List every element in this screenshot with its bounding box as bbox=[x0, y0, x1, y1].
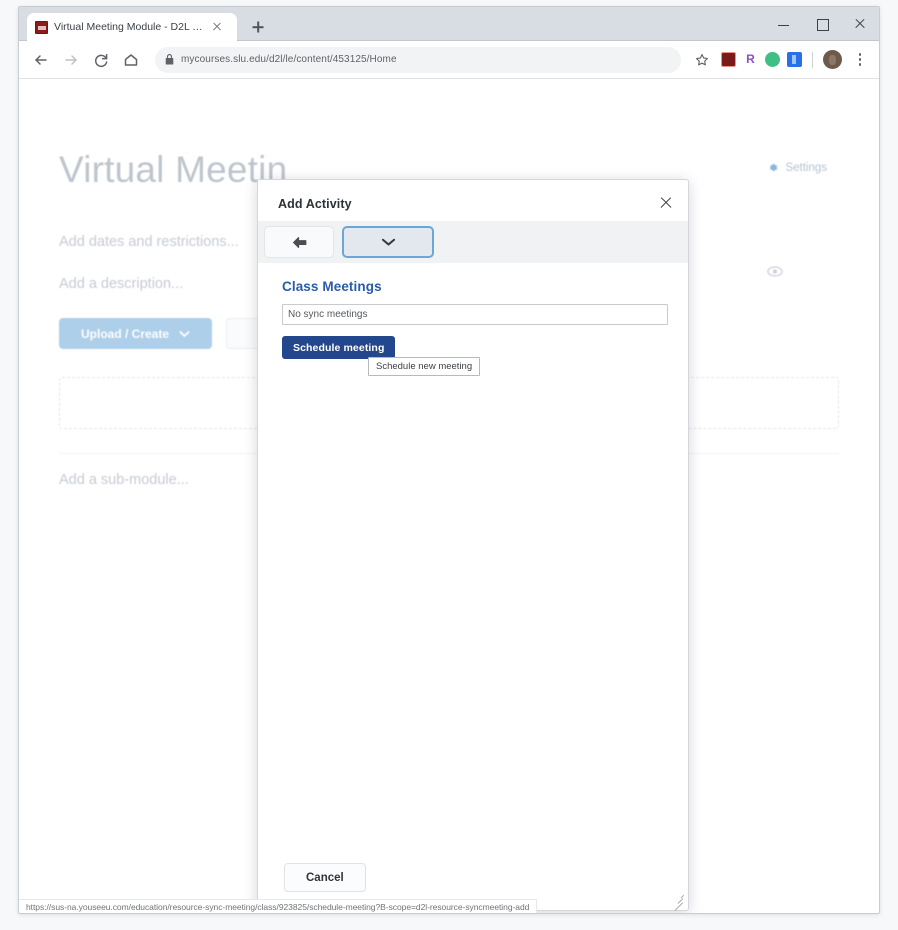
arrow-left-icon bbox=[35, 54, 47, 65]
add-activity-modal: Add Activity Class Meetings No sync meet… bbox=[257, 179, 689, 911]
settings-link[interactable]: Settings bbox=[766, 161, 827, 174]
reload-icon bbox=[95, 53, 108, 67]
settings-label: Settings bbox=[785, 161, 827, 174]
browser-titlebar: Virtual Meeting Module - D2L T… bbox=[19, 7, 879, 41]
page-root: Virtual Meeting Module - D2L T… mycourse… bbox=[0, 0, 898, 930]
tab-strip: Virtual Meeting Module - D2L T… bbox=[27, 13, 271, 41]
schedule-meeting-button[interactable]: Schedule meeting bbox=[282, 336, 396, 359]
new-tab-button[interactable] bbox=[245, 14, 271, 40]
upload-create-button[interactable]: Upload / Create bbox=[59, 318, 213, 349]
address-bar[interactable]: mycourses.slu.edu/d2l/le/content/453125/… bbox=[155, 46, 681, 73]
extension-icon-2[interactable]: R bbox=[743, 52, 758, 67]
tab-close-icon[interactable] bbox=[210, 20, 224, 34]
modal-close-icon[interactable] bbox=[657, 194, 675, 212]
modal-header: Add Activity bbox=[258, 180, 688, 221]
back-button[interactable] bbox=[27, 46, 55, 74]
tab-title: Virtual Meeting Module - D2L T… bbox=[54, 21, 204, 33]
browser-window: Virtual Meeting Module - D2L T… mycourse… bbox=[18, 6, 880, 914]
cancel-button[interactable]: Cancel bbox=[284, 863, 366, 892]
arrow-left-icon bbox=[292, 236, 306, 248]
window-minimize-button[interactable] bbox=[765, 7, 803, 41]
extension-icons: R bbox=[717, 48, 871, 72]
extension-icon-3[interactable] bbox=[765, 52, 780, 67]
class-meetings-heading: Class Meetings bbox=[282, 279, 382, 294]
forward-button[interactable] bbox=[57, 46, 85, 74]
lock-icon bbox=[165, 54, 174, 65]
page-viewport: Virtual Meetin Settings Add dates and re… bbox=[19, 79, 879, 913]
extension-icon-4[interactable] bbox=[787, 52, 802, 67]
browser-tab[interactable]: Virtual Meeting Module - D2L T… bbox=[27, 13, 237, 41]
window-maximize-button[interactable] bbox=[803, 7, 841, 41]
star-icon bbox=[696, 53, 708, 65]
modal-toolbar bbox=[258, 221, 688, 263]
window-controls bbox=[765, 7, 879, 41]
resize-grip-icon[interactable] bbox=[671, 893, 684, 911]
meeting-list-input[interactable] bbox=[282, 304, 668, 325]
d2l-favicon bbox=[35, 20, 48, 34]
gear-icon bbox=[770, 164, 778, 171]
modal-back-button[interactable] bbox=[264, 226, 334, 258]
home-button[interactable] bbox=[117, 46, 145, 74]
arrow-right-icon bbox=[65, 54, 77, 65]
modal-title: Add Activity bbox=[278, 197, 352, 211]
url-text: mycourses.slu.edu/d2l/le/content/453125/… bbox=[181, 54, 397, 65]
chevron-down-icon bbox=[381, 238, 395, 246]
modal-body: Class Meetings Schedule meeting Schedule… bbox=[258, 263, 688, 849]
kebab-menu-icon[interactable] bbox=[849, 48, 871, 72]
browser-toolbar: mycourses.slu.edu/d2l/le/content/453125/… bbox=[19, 41, 879, 79]
eye-icon[interactable] bbox=[767, 264, 783, 282]
reload-button[interactable] bbox=[87, 46, 115, 74]
toolbar-divider bbox=[812, 51, 813, 68]
chevron-down-icon bbox=[179, 330, 190, 337]
extension-icon-1[interactable] bbox=[721, 52, 736, 67]
modal-dropdown-button[interactable] bbox=[342, 226, 434, 258]
home-icon bbox=[124, 53, 138, 66]
status-bar-url: https://sus-na.youseeu.com/education/res… bbox=[19, 899, 538, 913]
bookmark-star-icon[interactable] bbox=[689, 47, 715, 73]
upload-create-label: Upload / Create bbox=[81, 326, 170, 341]
profile-avatar[interactable] bbox=[823, 50, 842, 69]
schedule-meeting-tooltip: Schedule new meeting bbox=[368, 357, 481, 376]
window-close-button[interactable] bbox=[841, 7, 879, 41]
